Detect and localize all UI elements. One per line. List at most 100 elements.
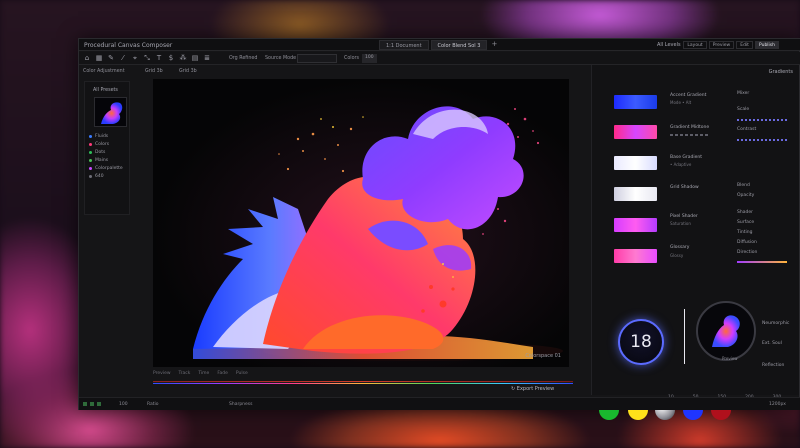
- timeline-label: Pulse: [235, 371, 248, 376]
- list-item-label: Fluids: [95, 133, 109, 139]
- swatch-sub: • Adaptive: [670, 162, 692, 167]
- color-adjustment-tab[interactable]: Color Adjustment: [83, 69, 125, 74]
- blend-label[interactable]: Source Mode: [265, 56, 296, 61]
- prop-diffusion[interactable]: Diffusion: [737, 240, 757, 245]
- side-label: Reflection: [762, 363, 785, 368]
- pen-icon[interactable]: ✎: [107, 54, 115, 62]
- prop-direction[interactable]: Direction: [737, 250, 757, 255]
- title-bar: Procedural Canvas Composer 1:1 Document …: [79, 39, 800, 51]
- prop-mixer[interactable]: Mixer: [737, 91, 749, 96]
- dropper-icon[interactable]: ⌖: [131, 54, 139, 62]
- timeline-label: Fade: [217, 371, 228, 376]
- grid-tab-2[interactable]: Grid 3b: [179, 69, 197, 74]
- sharpness-label[interactable]: Sharpness: [229, 402, 252, 407]
- swatch-pixel-shader[interactable]: [614, 218, 657, 232]
- timeline-label: Track: [178, 371, 191, 376]
- list-item-label: Colors: [95, 141, 110, 147]
- mode-label[interactable]: Org Refined: [229, 56, 257, 61]
- export-preview-button[interactable]: ↻ Export Preview: [511, 381, 591, 397]
- preset-thumbnail[interactable]: [94, 97, 127, 127]
- layer-dot-icon: [89, 142, 92, 146]
- dollar-icon[interactable]: $: [167, 54, 175, 62]
- tab-color-blend[interactable]: Color Blend Sol 3: [430, 40, 488, 50]
- layer-dot-icon: [89, 134, 92, 138]
- brush-icon[interactable]: ⁄: [119, 54, 127, 62]
- transform-icon[interactable]: ⤡: [143, 54, 151, 62]
- spray-icon[interactable]: ⁂: [179, 54, 187, 62]
- timeline-spectrum-line: [153, 383, 573, 384]
- preview-circle: [696, 301, 756, 361]
- preview-button[interactable]: Preview: [708, 41, 735, 49]
- home-icon[interactable]: ⌂: [83, 54, 91, 62]
- prop-contrast[interactable]: Contrast: [737, 127, 756, 132]
- zoom-value[interactable]: 100: [119, 402, 128, 407]
- blend-field[interactable]: [297, 54, 337, 63]
- ratio-label[interactable]: Ratio: [147, 402, 159, 407]
- swatch-label: Gradient Midtone: [670, 125, 710, 130]
- text-icon[interactable]: T: [155, 54, 163, 62]
- scale-dots[interactable]: [737, 119, 787, 121]
- list-item-label: Colorpalette: [95, 165, 123, 171]
- prop-opacity[interactable]: Opacity: [737, 193, 754, 198]
- timeline-label: Time: [198, 371, 210, 376]
- timeline-track[interactable]: [153, 381, 573, 384]
- refresh-icon: ↻: [511, 386, 516, 392]
- layer-dot-icon: [89, 166, 92, 170]
- swatch-label: Accent Gradient: [670, 93, 707, 98]
- grid-tab-1[interactable]: Grid 3b: [145, 69, 163, 74]
- document-tabs: 1:1 Document Color Blend Sol 3 +: [379, 40, 499, 51]
- list-item[interactable]: Fluids: [89, 132, 129, 140]
- list-item[interactable]: 640: [89, 172, 129, 180]
- prop-surface[interactable]: Surface: [737, 220, 754, 225]
- fluid-artwork: [153, 79, 569, 367]
- divider-line: [684, 309, 685, 364]
- status-indicator: [97, 402, 101, 406]
- swatch-dots: [670, 134, 708, 136]
- status-indicator: [90, 402, 94, 406]
- value-chip[interactable]: 100: [362, 54, 377, 63]
- layout-button[interactable]: Layout: [683, 41, 707, 49]
- swatch-grid-shadow[interactable]: [614, 187, 657, 201]
- presets-panel: All Presets Fluids Colors Dots Mains Col…: [84, 81, 130, 215]
- prop-tinting[interactable]: Tinting: [737, 230, 752, 235]
- size-label: 1200px: [769, 402, 786, 407]
- list-item[interactable]: Colorpalette: [89, 164, 129, 172]
- timeline-label: Preview: [153, 371, 171, 376]
- contrast-dots[interactable]: [737, 139, 787, 141]
- layers-icon[interactable]: ≣: [203, 54, 211, 62]
- prop-shader[interactable]: Shader: [737, 210, 753, 215]
- preset-list: Fluids Colors Dots Mains Colorpalette 64…: [89, 132, 129, 180]
- list-item[interactable]: Colors: [89, 140, 129, 148]
- status-bar: 100 Ratio Sharpness 1200px: [79, 397, 800, 410]
- publish-button[interactable]: Publish: [754, 41, 779, 49]
- status-indicator: [83, 402, 87, 406]
- swatch-base-gradient[interactable]: [614, 156, 657, 170]
- direction-slider[interactable]: [737, 261, 787, 263]
- swatch-glossary[interactable]: [614, 249, 657, 263]
- swatch-label: Grid Shadow: [670, 185, 699, 190]
- prop-scale[interactable]: Scale: [737, 107, 749, 112]
- export-label: Export Preview: [516, 386, 555, 392]
- grid-icon[interactable]: ▦: [95, 54, 103, 62]
- fill-icon[interactable]: ▤: [191, 54, 199, 62]
- add-tab-button[interactable]: +: [489, 40, 499, 50]
- list-item[interactable]: Dots: [89, 148, 129, 156]
- list-item-label: Dots: [95, 149, 106, 155]
- layer-dot-icon: [89, 174, 92, 178]
- list-item[interactable]: Mains: [89, 156, 129, 164]
- layer-dot-icon: [89, 150, 92, 154]
- view-buttons: Layout Preview Edit Publish: [683, 41, 779, 49]
- app-title: Procedural Canvas Composer: [84, 42, 173, 49]
- edit-button[interactable]: Edit: [736, 41, 753, 49]
- swatch-gradient-midtone[interactable]: [614, 125, 657, 139]
- sub-toolbar: Color Adjustment Grid 3b Grid 3b: [79, 66, 589, 77]
- swatch-sub: Mode • Alt: [670, 100, 692, 105]
- side-label: Neumorphic: [762, 321, 790, 326]
- intensity-knob[interactable]: 18: [618, 319, 664, 365]
- main-canvas[interactable]: Colorspace 01: [153, 79, 569, 367]
- tab-document[interactable]: 1:1 Document: [379, 40, 429, 50]
- swatch-accent-gradient[interactable]: [614, 95, 657, 109]
- colors-label[interactable]: Colors: [344, 56, 359, 61]
- canvas-caption: Colorspace 01: [525, 353, 561, 359]
- prop-blend[interactable]: Blend: [737, 183, 750, 188]
